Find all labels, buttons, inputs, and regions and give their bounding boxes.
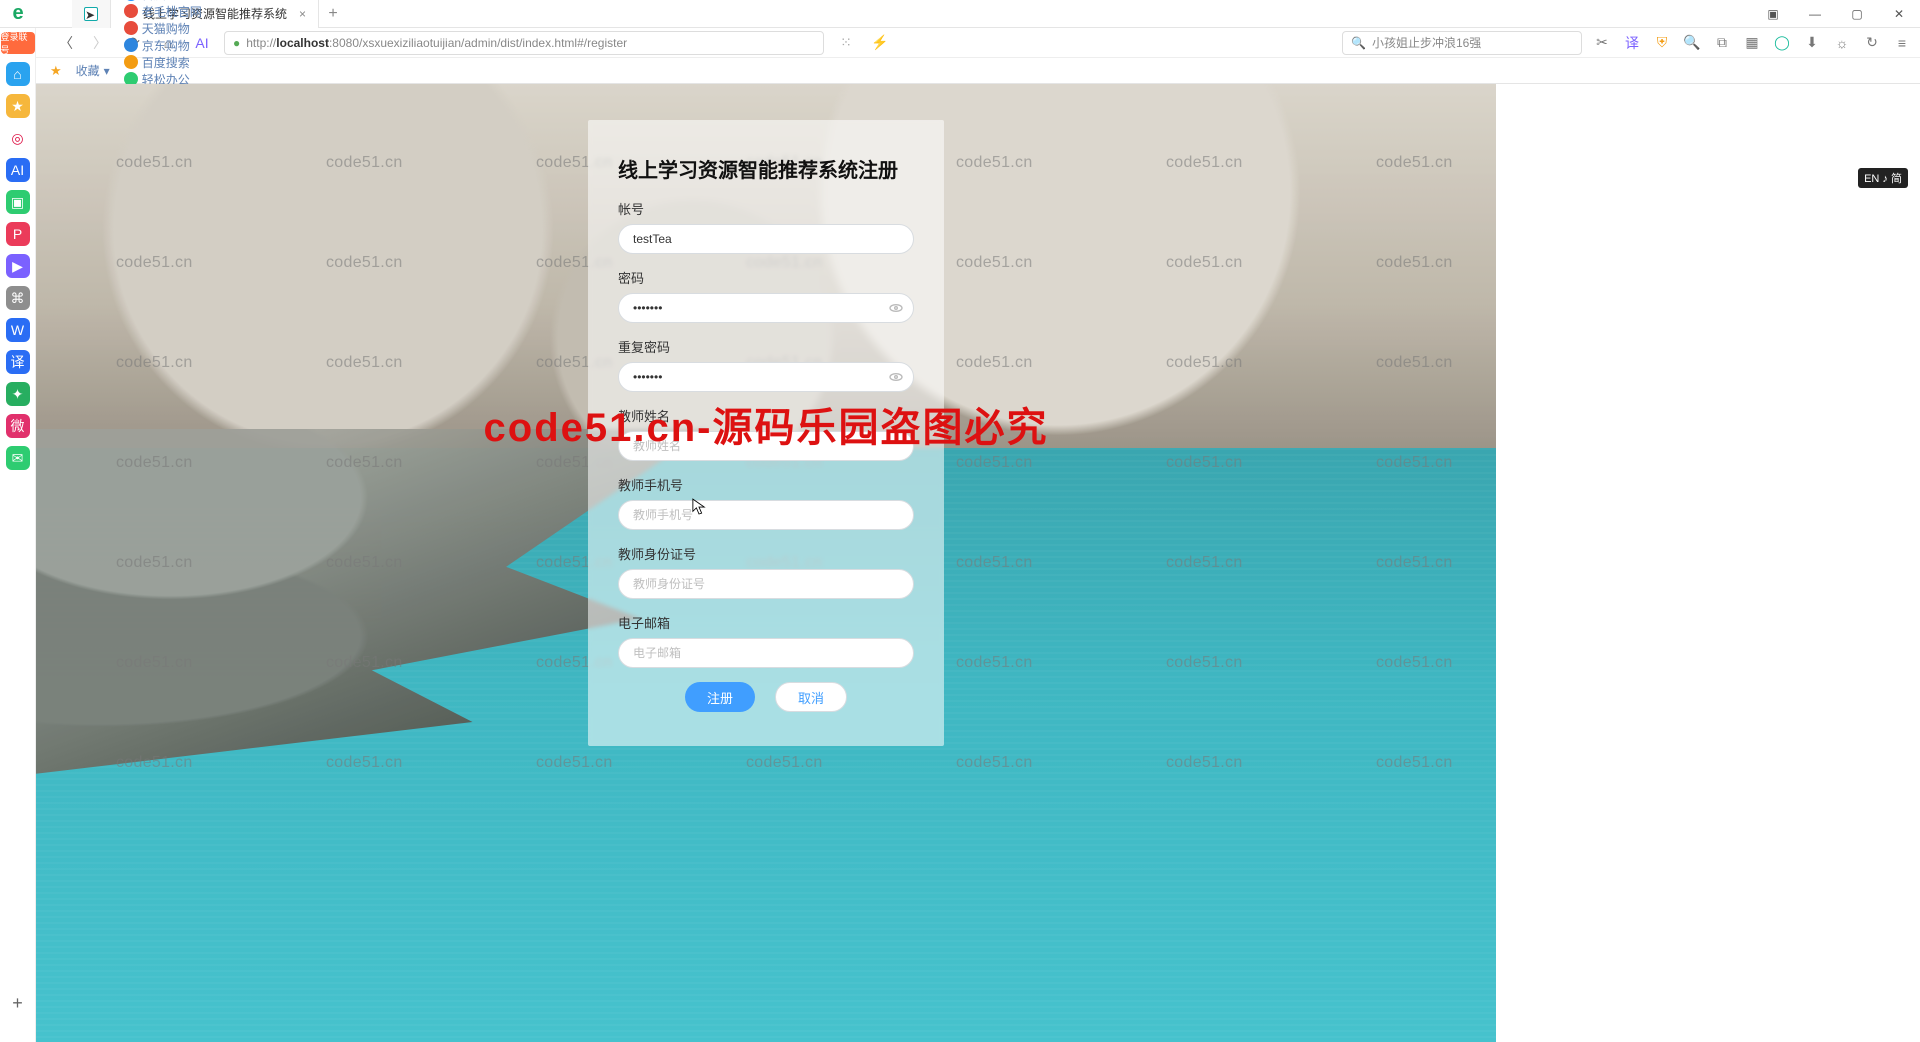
browser-tab-home[interactable]: ➤ [72,0,111,28]
form-title: 线上学习资源智能推荐系统注册 [618,154,914,183]
label-idcard: 教师身份证号 [618,544,914,563]
rail-item[interactable]: ★ [6,94,30,118]
eye-icon[interactable] [888,300,904,316]
rail-item[interactable]: ✉ [6,446,30,470]
history-icon[interactable]: ↻ [1862,33,1882,53]
input-email[interactable] [618,638,914,668]
globe-icon [124,4,138,18]
input-phone[interactable] [618,500,914,530]
qr-icon[interactable]: ⁙ [834,31,858,55]
field-email: 电子邮箱 [618,613,914,668]
rail-item[interactable]: P [6,222,30,246]
scissors-icon[interactable]: ✂ [1592,33,1612,53]
ime-language-pill[interactable]: EN ♪ 简 [1858,168,1908,188]
field-idcard: 教师身份证号 [618,544,914,599]
theme-icon[interactable]: ☼ [1832,33,1852,53]
nav-forward-button[interactable]: 〉 [88,31,112,55]
bookmark-item[interactable]: 老毛桃官网 [124,3,202,20]
extensions-icon[interactable]: ⧉ [1712,33,1732,53]
cancel-button[interactable]: 取消 [775,682,847,712]
label-phone: 教师手机号 [618,475,914,494]
window-minimize-button[interactable]: — [1794,0,1836,28]
window-close-button[interactable]: ✕ [1878,0,1920,28]
window-gallery-button[interactable]: ▣ [1752,0,1794,28]
form-button-row: 注册 取消 [618,682,914,712]
browser-search-input[interactable]: 🔍 小孩姐止步冲浪16强 [1342,31,1582,55]
label-account: 帐号 [618,199,914,218]
window-maximize-button[interactable]: ▢ [1836,0,1878,28]
download-icon[interactable]: ⬇ [1802,33,1822,53]
menu-icon[interactable]: ≡ [1892,33,1912,53]
url-text: http://localhost:8080/xsxuexiziliaotuiji… [246,36,627,50]
input-password[interactable] [618,293,914,323]
bookmark-item[interactable]: 百度搜索 [124,54,202,71]
tab-close-icon[interactable]: × [299,7,306,21]
left-app-rail: 登录联号 ⌂ ★ ◎ AI ▣ P ▶ ⌘ W译 ✦ 微 ✉ + [0,28,36,1042]
rail-item[interactable]: ✦ [6,382,30,406]
watermark-center: code51.cn-源码乐园盗图必究 [484,395,1049,453]
browser-logo-icon: e [0,0,36,28]
field-phone: 教师手机号 [618,475,914,530]
label-password: 密码 [618,268,914,287]
url-input[interactable]: ● http://localhost:8080/xsxuexiziliaotui… [224,31,824,55]
flash-icon[interactable]: ⚡ [868,31,892,55]
window-titlebar: e ➤ V 线上学习资源智能推荐系统 × + ▣ — ▢ ✕ [0,0,1920,28]
globe-icon [124,0,138,1]
rail-item[interactable]: W [6,318,30,342]
rail-item[interactable]: AI [6,158,30,182]
field-password2: 重复密码 [618,337,914,392]
bookmark-star-icon[interactable]: ★ [50,63,62,79]
apps-icon[interactable]: ▦ [1742,33,1762,53]
globe-icon [124,55,138,69]
bookmark-fav[interactable]: 收藏 ▾ [76,62,110,79]
eye-icon[interactable] [888,369,904,385]
search-text: 小孩姐止步冲浪16强 [1372,34,1481,51]
bookmarks-bar: ★ 收藏 ▾ 百度老毛桃官网天猫购物京东购物百度搜索轻松办公淘宝网址导航热点新闻… [0,58,1920,84]
rail-item[interactable]: 微 [6,414,30,438]
page-viewport: code51.cncode51.cncode51.cncode51.cncode… [36,84,1496,1042]
shield-icon[interactable]: ⛨ [1652,33,1672,53]
search-icon: 🔍 [1351,36,1366,50]
translate-icon[interactable]: 译 [1622,33,1642,53]
rail-add[interactable]: + [12,993,23,1014]
bookmark-item[interactable]: 天猫购物 [124,20,202,37]
label-password2: 重复密码 [618,337,914,356]
label-email: 电子邮箱 [618,613,914,632]
site-security-icon: ● [233,36,240,50]
compass-icon: ➤ [84,7,98,21]
address-bar: 〈 〉 ⟳ ⌂ AI ● http://localhost:8080/xsxue… [0,28,1920,58]
submit-button[interactable]: 注册 [685,682,755,712]
new-tab-button[interactable]: + [319,5,347,23]
rail-item[interactable]: ▣ [6,190,30,214]
rail-login[interactable]: 登录联号 [1,32,35,54]
input-account[interactable] [618,224,914,254]
bookmark-item[interactable]: 京东购物 [124,37,202,54]
globe-icon [124,38,138,52]
rail-item[interactable]: ◎ [6,126,30,150]
zoom-icon[interactable]: 🔍 [1682,33,1702,53]
rail-item[interactable]: ⌘ [6,286,30,310]
rail-item[interactable]: ▶ [6,254,30,278]
rail-item[interactable]: 译 [6,350,30,374]
field-account: 帐号 [618,199,914,254]
donut-icon[interactable]: ◯ [1772,33,1792,53]
input-password2[interactable] [618,362,914,392]
field-password: 密码 [618,268,914,323]
nav-back-button[interactable]: 〈 [54,31,78,55]
rail-item[interactable]: ⌂ [6,62,30,86]
globe-icon [124,21,138,35]
input-idcard[interactable] [618,569,914,599]
